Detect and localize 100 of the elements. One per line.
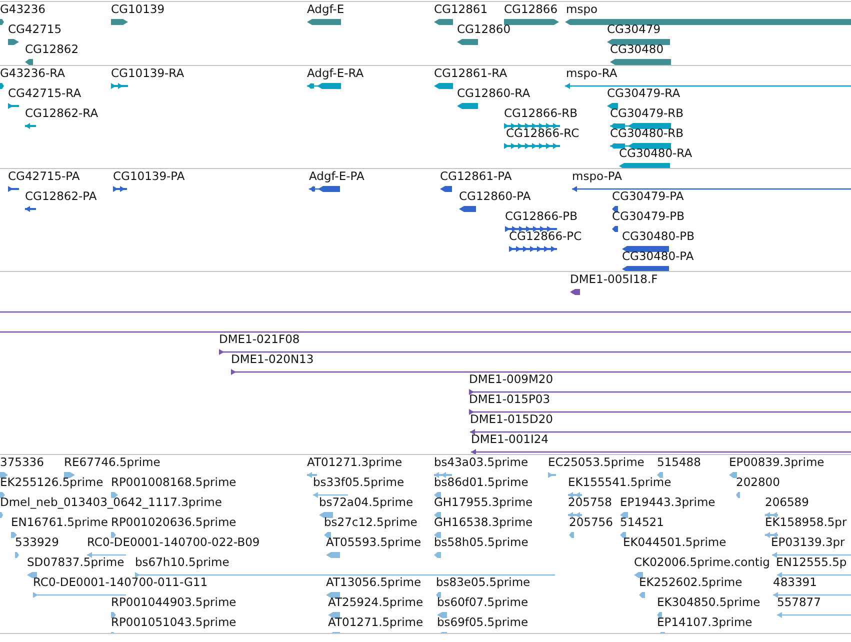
feature-label: RE67746.5prime xyxy=(64,456,160,469)
feature-label: 514521 xyxy=(620,516,664,529)
feature-glyph[interactable] xyxy=(434,531,441,539)
feature-label: CG30480-RB xyxy=(610,127,684,140)
feature-label: mspo-RA xyxy=(566,67,618,80)
feature-glyph[interactable] xyxy=(326,591,340,599)
feature-label: SD07837.5prime xyxy=(27,556,124,569)
feature-glyph[interactable] xyxy=(765,511,778,519)
feature-glyph[interactable] xyxy=(568,511,582,519)
feature-label: Adgf-E-RA xyxy=(307,67,364,80)
feature-label: DME1-020N13 xyxy=(231,353,314,366)
feature-glyph[interactable] xyxy=(434,491,441,499)
feature-label: CG12866-RB xyxy=(504,107,578,120)
feature-label: EK252602.5prime xyxy=(639,576,742,589)
feature-label: GH16538.3prime xyxy=(434,516,533,529)
feature-glyph[interactable] xyxy=(610,142,671,150)
feature-glyph[interactable] xyxy=(135,571,555,579)
feature-glyph[interactable] xyxy=(64,471,75,479)
feature-glyph[interactable] xyxy=(607,102,618,110)
feature-label: CG12862-RA xyxy=(25,107,98,120)
feature-glyph[interactable] xyxy=(27,571,37,579)
feature-glyph[interactable] xyxy=(568,491,582,499)
feature-label: CG12862-PA xyxy=(25,190,97,203)
feature-label: RC0-DE0001-140700-011-G11 xyxy=(33,576,208,589)
feature-label: CG30479-RB xyxy=(610,107,684,120)
feature-label: CG10139-RA xyxy=(111,67,184,80)
feature-label: CG12861-RA xyxy=(434,67,508,80)
feature-label: bs33f05.5prime xyxy=(313,476,404,489)
feature-label: EP03139.3pr xyxy=(771,536,845,549)
feature-label: EN16761.5prime xyxy=(11,516,108,529)
feature-label: bs43a03.5prime xyxy=(434,456,528,469)
feature-label: AT25924.5prime xyxy=(328,596,424,609)
feature-label: bs67h10.5prime xyxy=(135,556,230,569)
feature-glyph[interactable] xyxy=(610,122,671,130)
feature-label: CG12860-RA xyxy=(457,87,530,100)
feature-glyph[interactable] xyxy=(772,551,851,559)
feature-label: CG42715-PA xyxy=(8,170,80,183)
feature-label: 205756 xyxy=(569,516,613,529)
feature-label: bs27c12.5prime xyxy=(324,516,418,529)
feature-glyph[interactable] xyxy=(657,611,662,619)
feature-label: CG12866-RC xyxy=(506,127,580,140)
feature-label: CG30479-RA xyxy=(607,87,680,100)
feature-label: RP001051043.5prime xyxy=(111,616,236,629)
feature-label: RP001008168.5prime xyxy=(111,476,236,489)
feature-label: GH17955.3prime xyxy=(434,496,533,509)
feature-label: 206589 xyxy=(765,496,809,509)
feature-label: bs83e05.5prime xyxy=(436,576,530,589)
feature-glyph[interactable] xyxy=(0,491,5,499)
feature-glyph[interactable] xyxy=(328,611,340,619)
feature-glyph[interactable] xyxy=(622,245,669,253)
feature-label: EC25053.5prime xyxy=(548,456,644,469)
feature-label: EN12555.5p xyxy=(776,556,847,569)
feature-label: DME1-015P03 xyxy=(469,393,550,406)
feature-label: Adgf-E-PA xyxy=(309,170,364,183)
feature-label: EK044501.5prime xyxy=(623,536,726,549)
feature-label: EK255126.5prime xyxy=(0,476,104,489)
feature-glyph[interactable] xyxy=(634,571,643,579)
feature-label: EP19443.3prime xyxy=(620,496,716,509)
feature-label: bs60f07.5prime xyxy=(437,596,528,609)
feature-label: Dmel_neb_013403_0642_1117.3prime xyxy=(0,496,222,509)
feature-glyph[interactable] xyxy=(505,225,557,233)
feature-label: RP001020636.5prime xyxy=(111,516,236,529)
feature-label: CG12866-PB xyxy=(505,210,578,223)
feature-glyph[interactable] xyxy=(434,511,441,519)
feature-label: CG10139-PA xyxy=(113,170,185,183)
feature-label: CG10139 xyxy=(111,3,165,16)
feature-glyph[interactable] xyxy=(111,611,116,619)
feature-glyph[interactable] xyxy=(313,491,348,499)
feature-label: RC0-DE0001-140700-022-B09 xyxy=(87,536,260,549)
feature-glyph[interactable] xyxy=(765,531,778,539)
feature-glyph[interactable] xyxy=(111,531,116,539)
feature-glyph[interactable] xyxy=(434,471,452,479)
feature-glyph[interactable] xyxy=(773,591,851,599)
feature-label: CG30479-PA xyxy=(612,190,684,203)
feature-label: DME1-021F08 xyxy=(219,333,300,346)
feature-label: CG42715 xyxy=(8,23,62,36)
feature-label: 202800 xyxy=(736,476,780,489)
feature-label: CG42715-RA xyxy=(8,87,82,100)
feature-glyph[interactable] xyxy=(436,591,441,599)
feature-label: G43236-RA xyxy=(0,67,66,80)
feature-label: DME1-009M20 xyxy=(469,373,554,386)
feature-label: CG12866 xyxy=(504,3,558,16)
feature-label: 557877 xyxy=(777,596,821,609)
feature-label: 375336 xyxy=(0,456,44,469)
feature-label: AT01271.3prime xyxy=(307,456,402,469)
feature-glyph[interactable] xyxy=(607,38,670,46)
feature-glyph[interactable] xyxy=(504,122,560,130)
feature-label: bs72a04.5prime xyxy=(319,496,414,509)
feature-glyph[interactable] xyxy=(324,531,331,539)
feature-glyph[interactable] xyxy=(620,511,628,519)
feature-glyph[interactable] xyxy=(612,205,618,213)
feature-label: bs58h05.5prime xyxy=(434,536,528,549)
feature-glyph[interactable] xyxy=(111,491,118,499)
feature-label: EP14107.3prime xyxy=(657,616,752,629)
feature-glyph[interactable] xyxy=(777,571,851,579)
feature-label: EK155541.5prime xyxy=(568,476,672,489)
feature-label: AT01271.5prime xyxy=(328,616,424,629)
feature-label: EP00839.3prime xyxy=(729,456,824,469)
feature-glyph[interactable] xyxy=(0,471,8,479)
feature-glyph[interactable] xyxy=(620,531,626,539)
